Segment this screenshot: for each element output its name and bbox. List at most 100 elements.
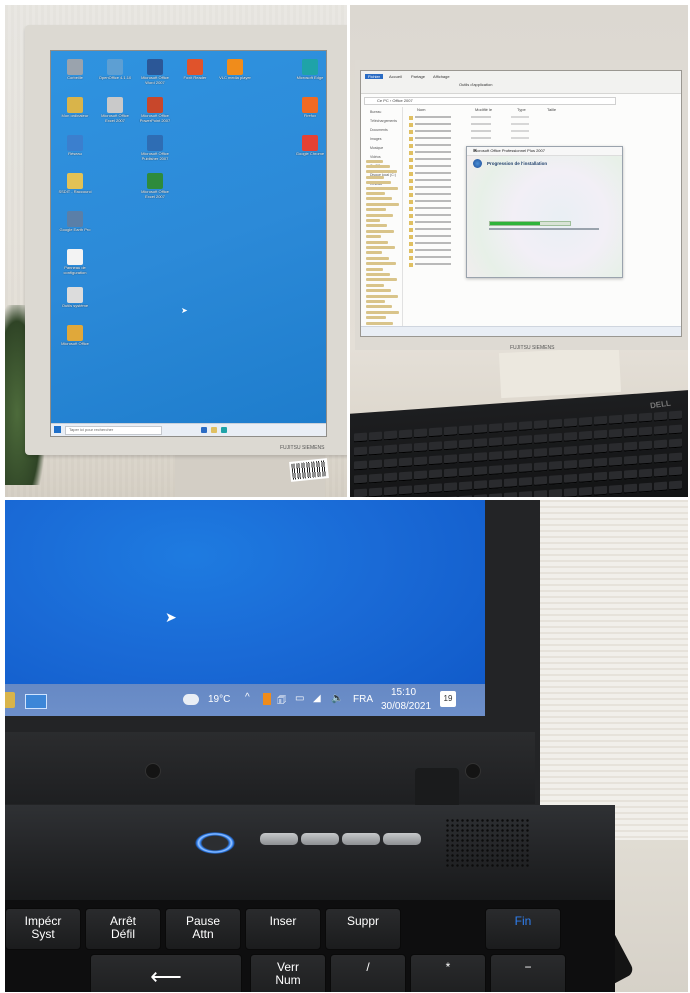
keyboard-key[interactable] [399,485,412,496]
desktop-icon[interactable]: Réseau [56,135,94,156]
keyboard-key[interactable] [444,426,457,437]
keyboard-key[interactable] [474,424,487,435]
keyboard-key[interactable] [369,431,382,442]
keyboard-key[interactable] [384,458,397,469]
keyboard-key[interactable] [549,488,562,497]
keyboard-key[interactable] [369,487,382,497]
keyboard-key[interactable] [594,429,607,440]
sidebar-folder[interactable] [366,235,381,239]
sidebar-folder[interactable] [366,186,398,190]
keyboard-key[interactable] [654,453,667,464]
keyboard-key[interactable] [624,427,637,438]
keyboard-key[interactable] [459,467,472,478]
keyboard-key[interactable] [654,467,667,478]
volume-icon[interactable]: 🔈 [331,693,343,704]
file-row[interactable] [409,123,609,128]
keyboard-key[interactable] [519,449,532,459]
keyboard-key[interactable] [669,452,682,463]
keyboard-key[interactable] [564,487,577,497]
store-taskbar-icon[interactable] [221,427,227,433]
desktop-icon[interactable]: Microsoft Office Publisher 2007 [136,135,174,161]
sidebar-folder[interactable] [366,256,389,260]
desktop-icon[interactable]: Google Chrome [291,135,329,156]
keyboard-key[interactable] [654,481,667,492]
keyboard-key[interactable] [654,411,667,422]
keyboard-key[interactable] [519,463,532,473]
power-button[interactable] [195,832,235,854]
desktop-icon[interactable]: Microsoft Office Excel 2007 [136,173,174,199]
keyboard-key[interactable] [504,450,517,461]
keyboard-key[interactable] [474,452,487,463]
keyboard-key[interactable] [384,472,397,483]
keyboard-key[interactable]: Impécr Syst [5,908,81,950]
keyboard-key[interactable] [654,439,667,450]
desktop-icon[interactable]: Microsoft Office Excel 2007 [96,97,134,123]
keyboard-key[interactable] [354,446,367,457]
keyboard-key[interactable] [459,481,472,492]
keyboard-key[interactable] [489,437,502,448]
language-indicator[interactable]: FRA [353,694,373,705]
desktop-icon[interactable]: Foxit Reader [176,59,214,80]
sidebar-folder[interactable] [366,289,391,293]
keyboard-key[interactable] [519,435,532,445]
desktop-icon[interactable]: Outils système [56,287,94,308]
media-button[interactable] [260,833,298,845]
keyboard-key[interactable] [579,458,592,469]
file-row[interactable] [409,137,609,142]
keyboard-key[interactable] [669,410,682,421]
keyboard-key[interactable] [639,440,652,451]
keyboard-key[interactable] [354,460,367,471]
keyboard-key[interactable] [504,422,517,433]
keyboard-key[interactable] [459,425,472,436]
desktop-icon[interactable]: Microsoft Office Word 2007 [136,59,174,85]
keyboard-key[interactable] [564,459,577,470]
media-button[interactable] [301,833,339,845]
desktop-icon[interactable]: SSDIT - Raccourci [56,173,94,194]
desktop-icon[interactable]: Firefox [291,97,329,118]
column-header-modified[interactable]: Modifié le [475,107,492,112]
keyboard-key[interactable] [609,470,622,481]
keyboard-key[interactable] [639,426,652,437]
keyboard-key[interactable]: Suppr [325,908,401,950]
sidebar-folder[interactable] [366,316,386,320]
keyboard-key[interactable] [519,421,532,431]
keyboard-key[interactable] [639,412,652,423]
wifi-icon[interactable]: ◢ [313,693,321,704]
keyboard-key[interactable] [564,431,577,442]
desktop-icon[interactable]: Mon ordinateur [56,97,94,118]
keyboard-key[interactable] [549,460,562,471]
sidebar-folder[interactable] [366,310,399,314]
sidebar-folder[interactable] [366,267,383,271]
sidebar-folder[interactable] [366,219,380,222]
explorer-taskbar-icon[interactable] [211,427,217,433]
keyboard-key[interactable] [579,416,592,427]
file-explorer-icon[interactable] [5,692,15,708]
tab-fichier[interactable]: Fichier [365,74,384,79]
desktop-icon[interactable]: Microsoft Edge [291,59,329,80]
clock-date[interactable]: 30/08/2021 [381,701,431,712]
keyboard-key[interactable] [549,418,562,429]
taskbar-search-input[interactable]: Taper ici pour rechercher [65,426,162,435]
keyboard-key[interactable] [399,443,412,454]
sidebar-folder[interactable] [366,202,399,206]
sidebar-folder[interactable] [366,262,396,266]
app-tray-icon[interactable] [263,693,271,705]
keyboard-key[interactable]: − [490,954,566,992]
sidebar-folder[interactable] [366,224,387,228]
keyboard-key[interactable] [474,438,487,449]
keyboard-key[interactable] [489,465,502,476]
keyboard-key[interactable] [609,456,622,467]
start-button[interactable] [54,426,61,433]
keyboard-key[interactable] [519,491,532,497]
sidebar-folder[interactable] [366,165,390,168]
keyboard-key[interactable] [594,485,607,496]
keyboard-key[interactable] [474,494,487,497]
keyboard-key[interactable] [549,432,562,443]
keyboard-key[interactable] [504,436,517,447]
keyboard-key[interactable] [369,445,382,456]
keyboard-key[interactable] [399,429,412,440]
keyboard-key[interactable] [444,468,457,479]
keyboard-key[interactable] [459,453,472,464]
desktop-icon[interactable]: OpenOffice 4.1.10 [96,59,134,80]
column-header-size[interactable]: Taille [547,107,556,112]
